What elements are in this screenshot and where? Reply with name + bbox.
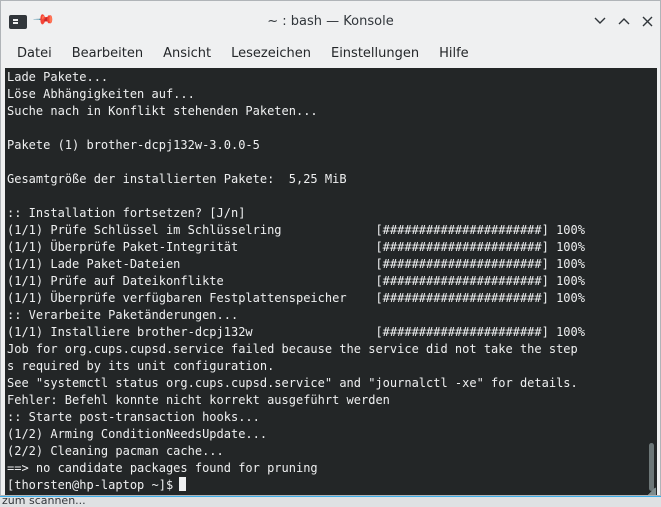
terminal-line: (1/1) Installiere brother-dcpj132w [####…: [7, 325, 585, 339]
shell-prompt: [thorsten@hp-laptop ~]$: [7, 478, 174, 492]
terminal-line: Lade Pakete...: [7, 70, 109, 84]
terminal-line: Job for org.cups.cupsd.service failed be…: [7, 342, 578, 356]
menu-bearbeiten[interactable]: Bearbeiten: [62, 41, 153, 67]
terminal-line: (2/2) Cleaning pacman cache...: [7, 444, 224, 458]
terminal-line: (1/1) Überprüfe Paket-Integrität [######…: [7, 240, 585, 254]
menu-bar: Datei Bearbeiten Ansicht Lesezeichen Ein…: [1, 41, 660, 67]
terminal-line: (1/1) Überprüfe verfügbaren Festplattens…: [7, 291, 585, 305]
terminal-line: :: Starte post-transaction hooks...: [7, 410, 260, 424]
terminal-line: Löse Abhängigkeiten auf...: [7, 87, 195, 101]
resize-grip-icon[interactable]: [648, 487, 656, 495]
terminal-app-icon[interactable]: [9, 15, 27, 29]
terminal-line: (1/1) Prüfe auf Dateikonflikte [########…: [7, 274, 585, 288]
terminal-scrollbar[interactable]: [649, 443, 654, 491]
menu-ansicht[interactable]: Ansicht: [153, 41, 221, 67]
terminal-line: Fehler: Befehl konnte nicht korrekt ausg…: [7, 393, 390, 407]
chevron-down-icon: [594, 17, 606, 24]
prompt-line[interactable]: [thorsten@hp-laptop ~]$: [7, 477, 655, 494]
close-button[interactable]: [638, 12, 656, 30]
pin-icon[interactable]: 📌: [32, 8, 56, 32]
terminal-line: (1/2) Arming ConditionNeedsUpdate...: [7, 427, 268, 441]
minimize-button[interactable]: [591, 12, 609, 30]
terminal-line: ==> no candidate packages found for prun…: [7, 461, 318, 475]
menu-einstellungen[interactable]: Einstellungen: [321, 41, 429, 67]
text-cursor: [179, 477, 187, 491]
window-title: ~ : bash — Konsole: [267, 13, 394, 29]
terminal-line: (1/1) Lade Paket-Dateien [##############…: [7, 257, 585, 271]
terminal-line: :: Installation fortsetzen? [J/n]: [7, 206, 246, 220]
background-window-edge: [0, 496, 661, 497]
terminal-line: (1/1) Prüfe Schlüssel im Schlüsselring […: [7, 223, 585, 237]
terminal-line: s required by its unit configuration.: [7, 359, 275, 373]
terminal-line: Suche nach in Konflikt stehenden Paketen…: [7, 104, 318, 118]
konsole-window: 📌 ~ : bash — Konsole Datei Bearbeiten An…: [0, 0, 661, 496]
menu-datei[interactable]: Datei: [7, 41, 62, 67]
close-icon: [642, 16, 652, 26]
title-bar[interactable]: 📌 ~ : bash — Konsole: [1, 1, 660, 41]
terminal-output[interactable]: Lade Pakete... Löse Abhängigkeiten auf..…: [5, 68, 657, 495]
terminal-line: See "systemctl status org.cups.cupsd.ser…: [7, 376, 578, 390]
menu-hilfe[interactable]: Hilfe: [429, 41, 479, 67]
terminal-line: Gesamtgröße der installierten Pakete: 5,…: [7, 172, 347, 186]
terminal-line: Pakete (1) brother-dcpj132w-3.0.0-5: [7, 138, 260, 152]
menu-lesezeichen[interactable]: Lesezeichen: [221, 41, 321, 67]
terminal-line: :: Verarbeite Paketänderungen...: [7, 308, 239, 322]
maximize-button[interactable]: [615, 12, 633, 30]
chevron-up-icon: [618, 18, 630, 25]
